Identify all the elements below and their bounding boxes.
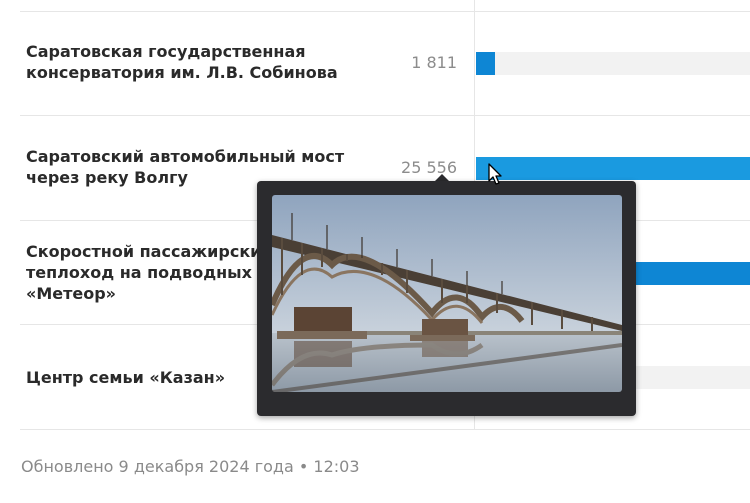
image-popup	[257, 181, 636, 416]
item-bar-track	[476, 157, 750, 180]
row-divider	[20, 11, 750, 12]
item-count: 1 811	[411, 53, 457, 72]
item-bar-track	[476, 52, 750, 75]
item-bar-fill	[476, 52, 496, 75]
mouse-pointer-icon	[488, 163, 502, 185]
bridge-photo-icon	[272, 195, 622, 392]
row-divider	[20, 115, 750, 116]
updated-timestamp: Обновлено 9 декабря 2024 года • 12:03	[21, 457, 360, 476]
row-divider	[20, 429, 750, 430]
item-bar-fill	[476, 157, 750, 180]
item-name: Саратовская государственная консерватори…	[26, 42, 338, 82]
